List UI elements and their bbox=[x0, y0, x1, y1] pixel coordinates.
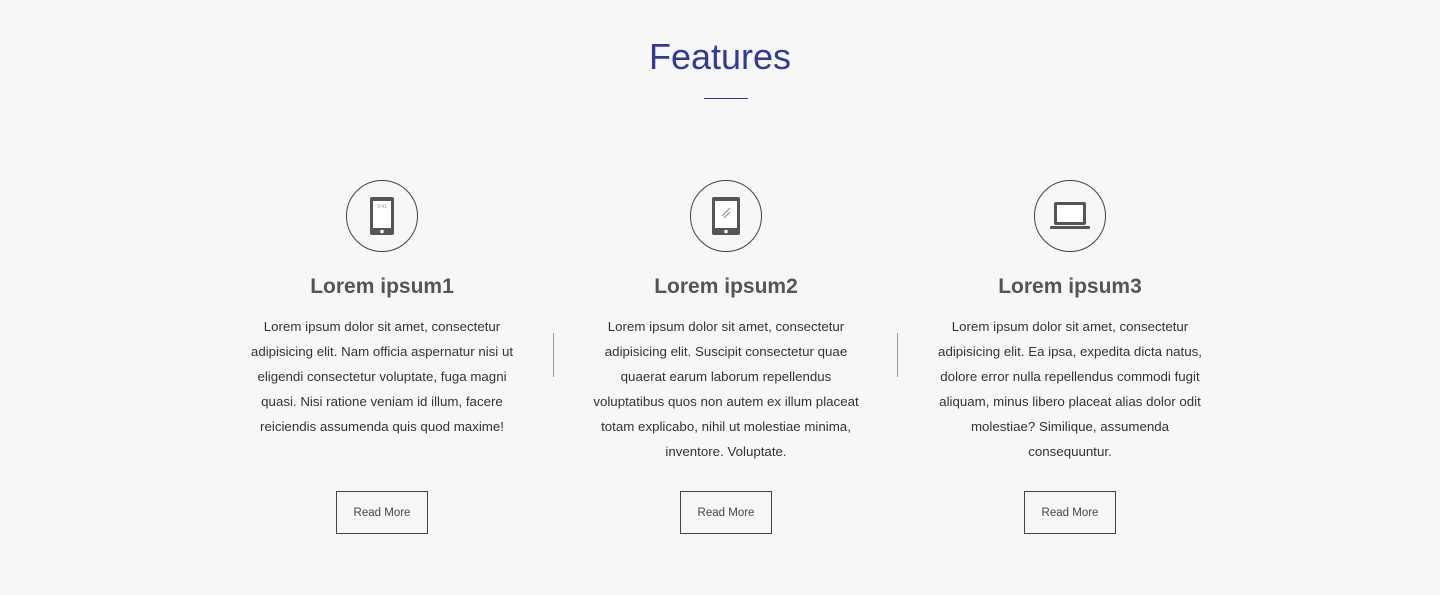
feature-title: Lorem ipsum2 bbox=[654, 275, 798, 298]
read-more-button[interactable]: Read More bbox=[679, 491, 773, 534]
feature-card-1: 9:41 Lorem ipsum1 Lorem ipsum dolor sit … bbox=[210, 180, 554, 534]
feature-description: Lorem ipsum dolor sit amet, consectetur … bbox=[250, 319, 514, 434]
smartphone-icon: 9:41 bbox=[346, 180, 418, 252]
svg-text:9:41: 9:41 bbox=[377, 204, 387, 210]
read-more-button[interactable]: Read More bbox=[1023, 491, 1117, 534]
feature-description: Lorem ipsum dolor sit amet, consectetur … bbox=[938, 319, 1202, 459]
feature-title: Lorem ipsum1 bbox=[310, 275, 454, 298]
feature-card-2: Lorem ipsum2 Lorem ipsum dolor sit amet,… bbox=[554, 180, 898, 534]
feature-card-3: Lorem ipsum3 Lorem ipsum dolor sit amet,… bbox=[898, 180, 1242, 534]
feature-description: Lorem ipsum dolor sit amet, consectetur … bbox=[593, 319, 859, 459]
feature-title: Lorem ipsum3 bbox=[998, 275, 1142, 298]
section-title: Features bbox=[648, 36, 792, 77]
tablet-icon bbox=[690, 180, 762, 252]
read-more-button[interactable]: Read More bbox=[335, 491, 429, 534]
laptop-icon bbox=[1034, 180, 1106, 252]
title-underline bbox=[704, 98, 748, 99]
